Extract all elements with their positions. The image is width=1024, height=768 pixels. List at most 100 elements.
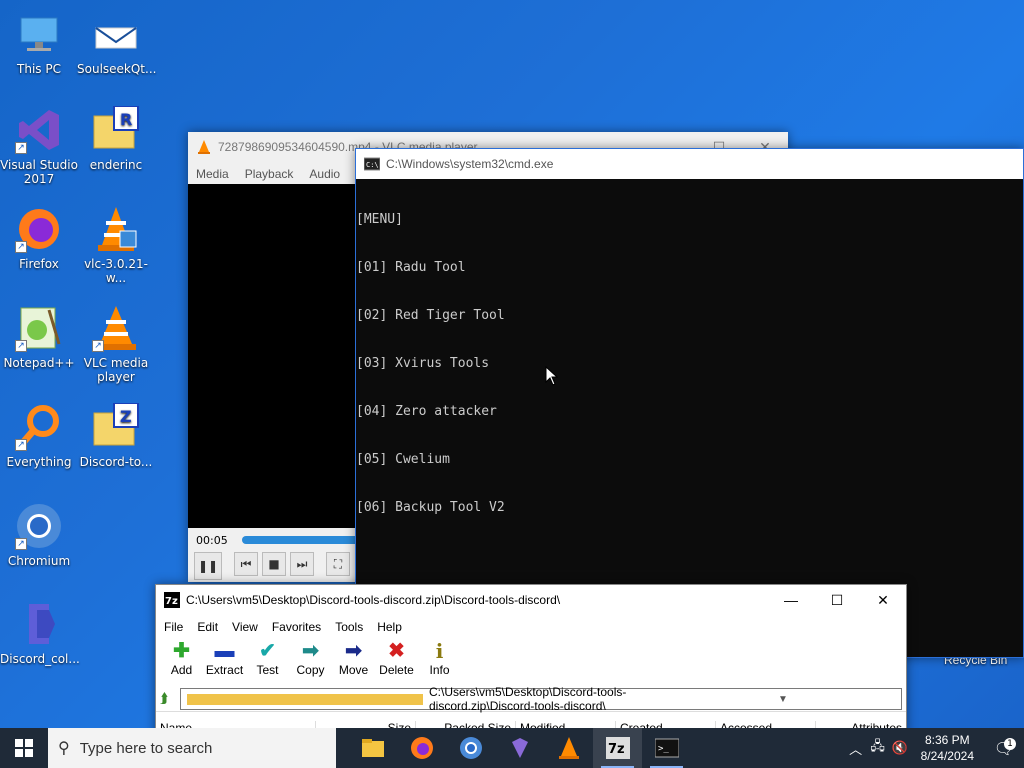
vlc-menu-playback[interactable]: Playback <box>245 167 294 181</box>
desktop-icon-firefox[interactable]: ↗ Firefox <box>0 205 78 271</box>
vlc-menu-media[interactable]: Media <box>196 167 229 181</box>
7zip-address-text: C:\Users\vm5\Desktop\Discord-tools-disco… <box>429 685 627 713</box>
info-icon: i <box>435 639 444 663</box>
vlc-menu-audio[interactable]: Audio <box>309 167 340 181</box>
taskbar-apps: 7z >_ <box>348 728 691 768</box>
7zip-maximize-button[interactable]: ☐ <box>814 585 860 615</box>
folder-icon <box>187 693 423 705</box>
taskbar-search-box[interactable]: ⚲ Type here to search <box>48 728 336 768</box>
7zip-minimize-button[interactable]: — <box>768 585 814 615</box>
vlc-elapsed-time: 00:05 <box>196 534 228 547</box>
extract-icon: ▬ <box>214 640 235 662</box>
delete-icon: ✖ <box>388 640 405 662</box>
svg-text:>_: >_ <box>658 744 669 754</box>
desktop-icon-enderinc[interactable]: R enderinc <box>77 105 155 172</box>
taskbar-7zip[interactable]: 7z <box>593 728 642 768</box>
desktop-icon-vlc-installer[interactable]: vlc-3.0.21-w... <box>77 205 155 285</box>
zip-archive-icon: Z <box>92 402 140 451</box>
info-button[interactable]: i Info <box>418 639 461 683</box>
rar-archive-icon: R <box>92 105 140 154</box>
taskbar-clock[interactable]: 8:36 PM 8/24/2024 <box>911 732 984 764</box>
vlc-controls: ❚❚ ⏮ ■ ⏭ ⛶ <box>194 552 350 580</box>
search-placeholder: Type here to search <box>79 739 213 757</box>
taskbar: ⚲ Type here to search 7z >_ ︿ 🖧 🔇 8:36 P… <box>0 728 1024 768</box>
visual-studio-installer-icon <box>511 738 528 758</box>
vlc-installer-icon <box>92 205 140 253</box>
desktop-icon-vlc-media-player[interactable]: ↗ VLC media player <box>77 304 155 384</box>
vlc-icon: ↗ <box>92 304 140 352</box>
desktop-icon-discord-tools[interactable]: Z Discord-to... <box>77 402 155 469</box>
console-line: [03] Xvirus Tools <box>356 356 490 371</box>
console-line: [04] Zero attacker <box>356 404 497 419</box>
firefox-icon: ↗ <box>15 205 63 253</box>
desktop-icon-notepad-plus-plus[interactable]: ↗ Notepad++ <box>0 304 78 370</box>
7zip-icon: 7z <box>164 592 180 608</box>
clock-date: 8/24/2024 <box>920 749 974 763</box>
visual-studio-icon: ↗ <box>15 106 63 154</box>
7zip-menu-view[interactable]: View <box>232 620 258 634</box>
7zip-menu-tools[interactable]: Tools <box>335 620 363 634</box>
svg-text:7z: 7z <box>165 596 178 607</box>
taskbar-cmd[interactable]: >_ <box>642 728 691 768</box>
taskbar-firefox[interactable] <box>397 728 446 768</box>
cmd-icon: >_ <box>654 738 679 758</box>
console-line: [01] Radu Tool <box>356 260 466 275</box>
7zip-close-button[interactable]: ✕ <box>860 585 906 615</box>
add-button[interactable]: ✚ Add <box>160 639 203 683</box>
stop-icon[interactable]: ■ <box>262 552 286 576</box>
svg-text:C:\: C:\ <box>366 161 379 169</box>
test-button[interactable]: ✔ Test <box>246 639 289 683</box>
mouse-cursor-icon <box>545 366 559 386</box>
svg-text:Z: Z <box>120 407 132 426</box>
console-line: [05] Cwelium <box>356 452 450 467</box>
cmd-titlebar[interactable]: C:\ C:\Windows\system32\cmd.exe <box>356 149 1023 179</box>
taskbar-visual-studio-installer[interactable] <box>495 728 544 768</box>
extract-button[interactable]: ▬ Extract <box>203 639 246 683</box>
taskbar-chromium[interactable] <box>446 728 495 768</box>
taskbar-file-explorer[interactable] <box>348 728 397 768</box>
cmd-title: C:\Windows\system32\cmd.exe <box>386 157 554 171</box>
7zip-menu-edit[interactable]: Edit <box>197 620 218 634</box>
chevron-down-icon[interactable]: ▼ <box>665 694 901 705</box>
copy-button[interactable]: ➡ Copy <box>289 639 332 683</box>
this-pc-icon <box>15 10 63 58</box>
desktop-icon-discord-file[interactable]: Discord_col... <box>0 600 80 666</box>
fullscreen-icon[interactable]: ⛶ <box>326 552 350 576</box>
move-button[interactable]: ➡ Move <box>332 639 375 683</box>
action-center-button[interactable]: 🗨 1 <box>984 737 1024 758</box>
7zip-address-field[interactable]: C:\Users\vm5\Desktop\Discord-tools-disco… <box>180 685 902 713</box>
taskbar-vlc[interactable] <box>544 728 593 768</box>
7zip-menu-favorites[interactable]: Favorites <box>272 620 321 634</box>
chromium-icon <box>459 737 482 759</box>
soulseek-icon <box>92 10 140 58</box>
cmd-window[interactable]: C:\ C:\Windows\system32\cmd.exe [MENU] [… <box>355 148 1024 737</box>
up-folder-icon[interactable]: ⮭ <box>160 691 180 707</box>
system-tray: ︿ 🖧 🔇 8:36 PM 8/24/2024 🗨 1 <box>845 728 1024 768</box>
7zip-address-bar: ⮭ C:\Users\vm5\Desktop\Discord-tools-dis… <box>156 685 906 713</box>
desktop-icon-chromium[interactable]: ↗ Chromium <box>0 502 78 568</box>
desktop-icon-soulseek[interactable]: SoulseekQt... <box>77 10 156 76</box>
start-button[interactable] <box>0 728 48 768</box>
chevron-up-icon[interactable]: ︿ <box>845 739 867 758</box>
console-line: [06] Backup Tool V2 <box>356 500 505 515</box>
7zip-icon: 7z <box>605 737 630 759</box>
desktop-icon-visual-studio[interactable]: ↗ Visual Studio 2017 <box>0 106 78 186</box>
desktop-icon-everything[interactable]: ↗ Everything <box>0 403 78 469</box>
delete-button[interactable]: ✖ Delete <box>375 639 418 683</box>
next-icon[interactable]: ⏭ <box>290 552 314 576</box>
previous-icon[interactable]: ⏮ <box>234 552 258 576</box>
7zip-menu-file[interactable]: File <box>164 620 183 634</box>
desktop-icon-this-pc[interactable]: This PC <box>0 10 78 76</box>
vlc-icon <box>558 737 579 759</box>
console-line: [02] Red Tiger Tool <box>356 308 505 323</box>
move-icon: ➡ <box>345 640 362 662</box>
firefox-icon <box>410 737 433 759</box>
7zip-titlebar[interactable]: 7z C:\Users\vm5\Desktop\Discord-tools-di… <box>156 585 906 615</box>
pause-icon[interactable]: ❚❚ <box>194 552 222 580</box>
network-icon[interactable]: 🖧 <box>867 737 889 759</box>
cmd-icon: C:\ <box>364 157 380 171</box>
volume-muted-icon[interactable]: 🔇 <box>889 741 911 756</box>
add-icon: ✚ <box>173 640 190 662</box>
search-icon: ⚲ <box>58 740 70 757</box>
7zip-menu-help[interactable]: Help <box>377 620 402 634</box>
